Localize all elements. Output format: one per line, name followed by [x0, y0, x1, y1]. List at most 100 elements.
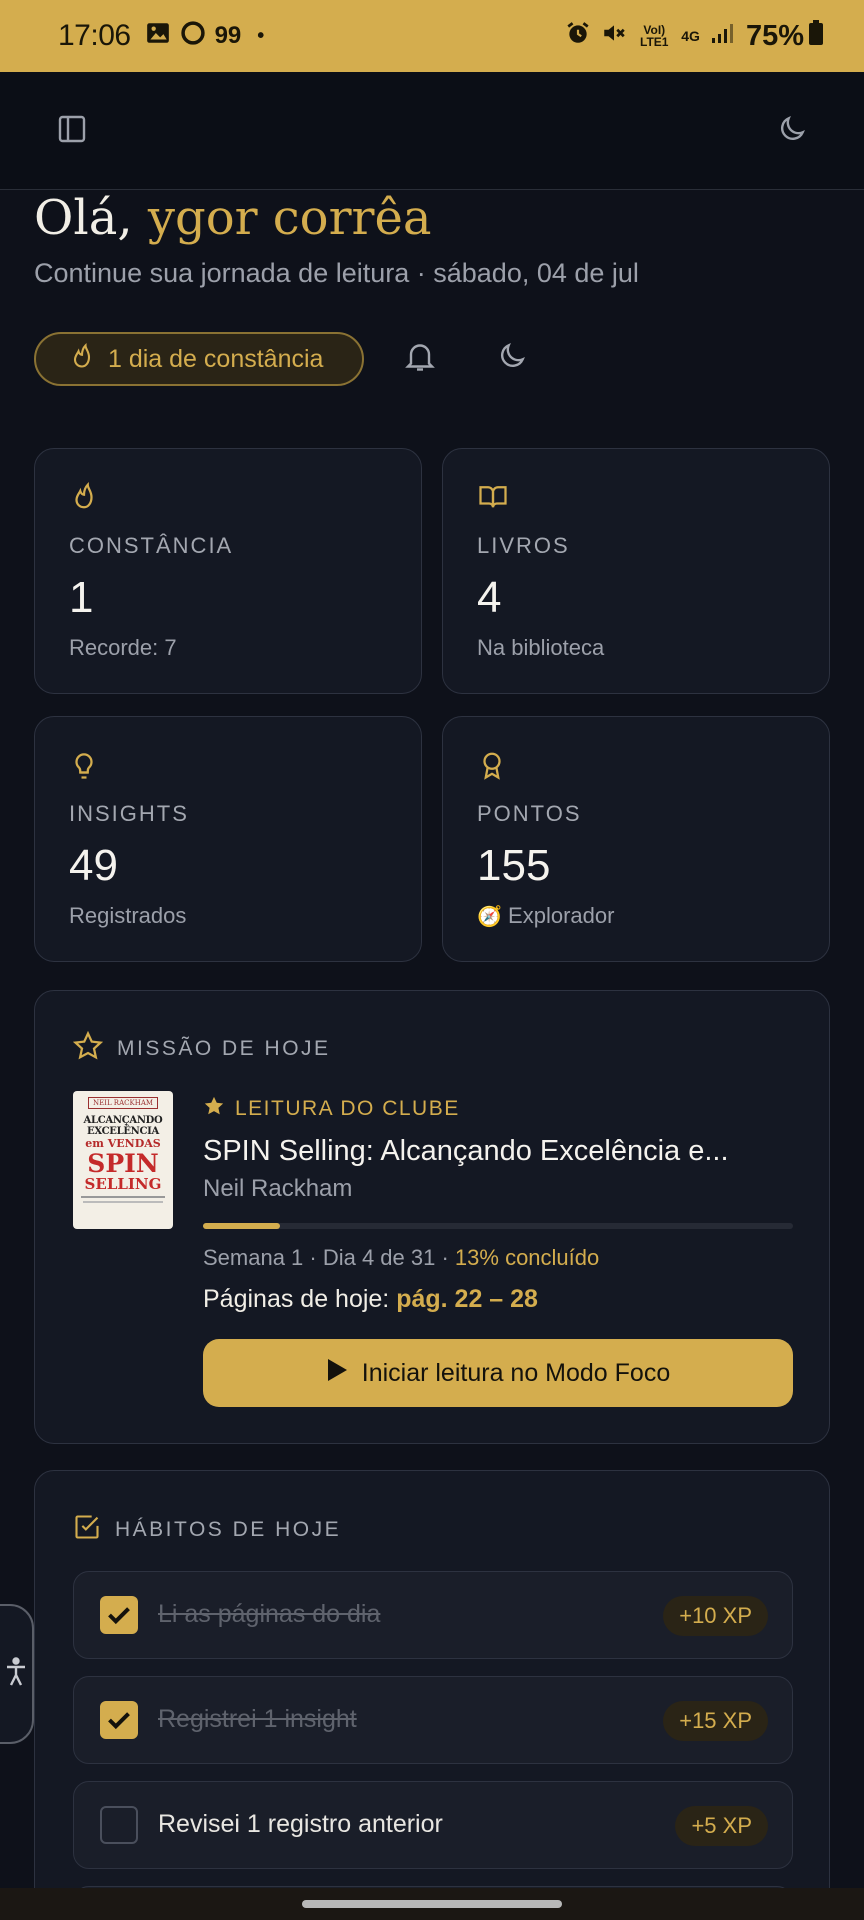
lightbulb-icon — [69, 749, 99, 786]
greeting-subtitle: Continue sua jornada de leitura · sábado… — [34, 258, 639, 288]
alarm-icon — [565, 20, 591, 53]
stat-card-livros: LIVROS 4 Na biblioteca — [442, 448, 830, 694]
mission-percent: 13% concluído — [454, 1245, 600, 1270]
compass-icon: 🧭 — [477, 906, 502, 928]
habit-item[interactable]: Registrei 1 insight +15 XP — [73, 1676, 793, 1764]
habit-xp-badge: +15 XP — [663, 1701, 768, 1741]
home-gesture-handle[interactable] — [302, 1900, 562, 1908]
stat-label: INSIGHTS — [69, 801, 189, 826]
habit-checkbox-checked[interactable] — [100, 1596, 138, 1634]
star-outline-icon — [72, 1030, 104, 1067]
habit-xp-badge: +5 XP — [675, 1806, 768, 1846]
check-icon — [108, 1607, 130, 1625]
mission-schedule: Semana 1 · Dia 4 de 31 · — [203, 1245, 455, 1270]
habits-title: HÁBITOS DE HOJE — [115, 1518, 342, 1541]
stat-label: LIVROS — [477, 533, 570, 558]
status-bar: 17:06 99 • VoI) LTE1 4G 75% — [0, 0, 864, 72]
moon-icon — [776, 113, 808, 150]
cover-line: ALCANÇANDO — [83, 1115, 163, 1126]
book-open-icon — [477, 481, 509, 516]
reading-progress-bar — [203, 1223, 793, 1229]
streak-pill[interactable]: 1 dia de constância — [34, 332, 364, 386]
sidebar-toggle-button[interactable] — [48, 107, 96, 155]
ring-icon — [179, 19, 207, 54]
stat-card-insights: INSIGHTS 49 Registrados — [34, 716, 422, 962]
streak-label: 1 dia de constância — [108, 344, 324, 373]
battery-icon — [808, 19, 824, 53]
cover-line: EXCELÊNCIA — [87, 1126, 159, 1137]
stat-card-constancia: CONSTÂNCIA 1 Recorde: 7 — [34, 448, 422, 694]
stat-note: Recorde: 7 — [69, 635, 177, 660]
mission-title: MISSÃO DE HOJE — [117, 1037, 331, 1060]
habit-checkbox-unchecked[interactable] — [100, 1806, 138, 1844]
network-type: 4G — [681, 28, 700, 44]
volte-indicator: VoI) LTE1 — [640, 23, 669, 49]
sidebar-icon — [56, 113, 88, 150]
mission-tag-label: LEITURA DO CLUBE — [235, 1097, 460, 1120]
cover-small-text — [83, 1201, 163, 1203]
flame-icon — [69, 481, 99, 516]
greeting-hello: Olá, — [34, 190, 133, 246]
stat-value: 4 — [477, 573, 502, 622]
signal-icon — [710, 21, 736, 52]
habit-item[interactable]: Li as páginas do dia +10 XP — [73, 1571, 793, 1659]
habits-card: HÁBITOS DE HOJE Li as páginas do dia +10… — [34, 1470, 830, 1920]
award-icon — [477, 749, 507, 786]
theme-toggle-button[interactable] — [768, 107, 816, 155]
mission-section-title: MISSÃO DE HOJE — [72, 1030, 331, 1067]
pages-value: pág. 22 – 28 — [396, 1285, 538, 1313]
habit-item[interactable]: Revisei 1 registro anterior +5 XP — [73, 1781, 793, 1869]
start-focus-reading-button[interactable]: Iniciar leitura no Modo Foco — [203, 1339, 793, 1407]
book-title[interactable]: SPIN Selling: Alcançando Excelência e... — [203, 1135, 729, 1168]
cover-line: SPIN — [87, 1149, 159, 1178]
mission-tag: LEITURA DO CLUBE — [203, 1095, 460, 1123]
greeting-heading: Olá, ygor corrêa — [34, 190, 431, 246]
habit-label: Registrei 1 insight — [158, 1705, 357, 1733]
cover-small-text — [81, 1196, 165, 1198]
stat-note: Na biblioteca — [477, 635, 605, 660]
check-icon — [108, 1712, 130, 1730]
habits-section-title: HÁBITOS DE HOJE — [73, 1513, 341, 1547]
top-app-bar — [0, 72, 864, 190]
accessibility-icon — [5, 1656, 27, 1692]
stat-label: PONTOS — [477, 801, 582, 826]
checkbox-square-icon — [73, 1513, 101, 1547]
accessibility-button[interactable] — [0, 1604, 34, 1744]
stat-card-pontos: PONTOS 155 🧭 Explorador — [442, 716, 830, 962]
play-icon — [326, 1358, 348, 1389]
habit-xp-badge: +10 XP — [663, 1596, 768, 1636]
habit-checkbox-checked[interactable] — [100, 1701, 138, 1739]
stat-value: 49 — [69, 841, 118, 890]
star-filled-icon — [203, 1095, 225, 1123]
flame-icon — [68, 342, 96, 377]
start-focus-label: Iniciar leitura no Modo Foco — [361, 1358, 671, 1387]
stat-value: 1 — [69, 573, 94, 622]
pages-today: Páginas de hoje: pág. 22 – 28 — [203, 1285, 538, 1314]
stat-note: 🧭 Explorador — [477, 903, 614, 929]
stat-value: 155 — [477, 841, 551, 890]
book-cover[interactable]: NEIL RACKHAM ALCANÇANDO EXCELÊNCIA em VE… — [73, 1091, 173, 1229]
bell-icon — [402, 338, 438, 379]
mission-meta: Semana 1 · Dia 4 de 31 · 13% concluído — [203, 1245, 599, 1271]
book-author: Neil Rackham — [203, 1175, 353, 1202]
pages-label: Páginas de hoje: — [203, 1285, 397, 1313]
stat-note: Registrados — [69, 903, 187, 928]
dot-icon: • — [257, 24, 265, 47]
habit-label: Revisei 1 registro anterior — [158, 1810, 443, 1838]
reading-progress-fill — [203, 1223, 280, 1229]
moon-icon — [496, 340, 528, 377]
cover-line: SELLING — [84, 1175, 162, 1193]
mission-card: MISSÃO DE HOJE NEIL RACKHAM ALCANÇANDO E… — [34, 990, 830, 1444]
greeting-user-name: ygor corrêa — [147, 190, 432, 246]
cover-author: NEIL RACKHAM — [88, 1097, 158, 1109]
habit-label: Li as páginas do dia — [158, 1600, 381, 1628]
battery-percent: 75% — [745, 19, 804, 52]
mute-icon — [601, 20, 627, 53]
status-time: 17:06 — [58, 19, 131, 52]
gallery-icon — [145, 20, 171, 53]
notifications-button[interactable] — [396, 334, 444, 382]
stat-label: CONSTÂNCIA — [69, 533, 234, 558]
stat-note-text: Explorador — [508, 903, 615, 928]
notification-count: 99 — [214, 22, 242, 49]
theme-button[interactable] — [488, 334, 536, 382]
